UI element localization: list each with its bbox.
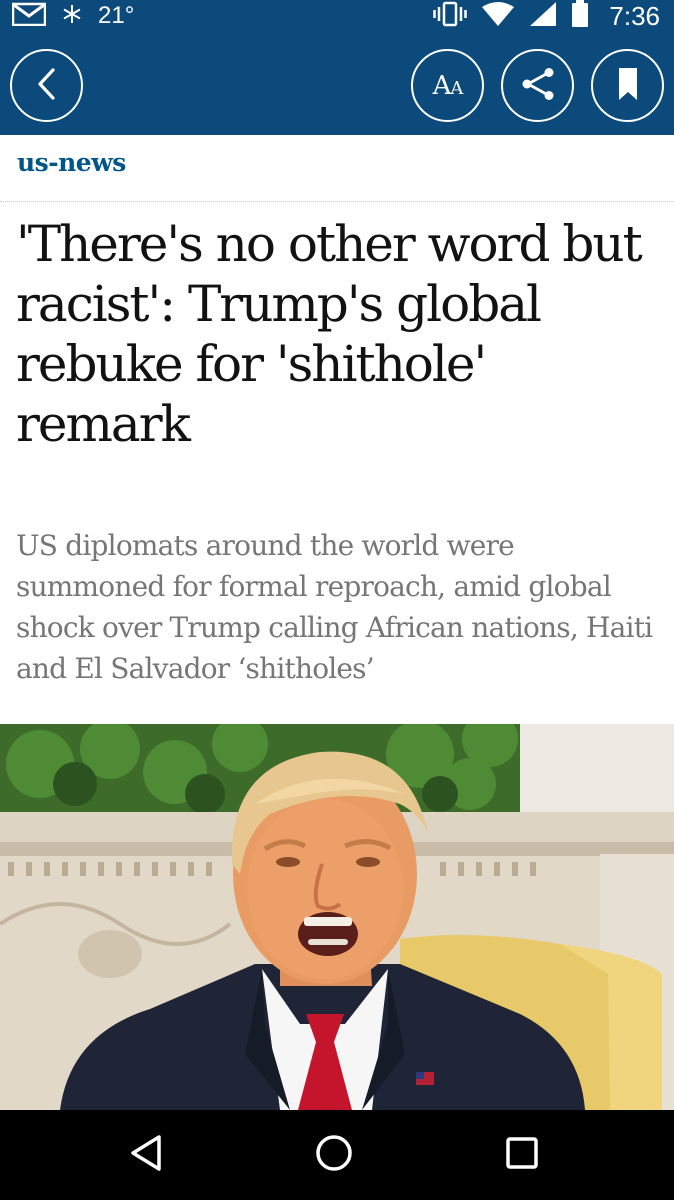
text-size-icon: AA [432,70,464,101]
share-icon [518,66,558,106]
home-circle-icon [315,1134,353,1176]
status-right: 7:36 [433,0,660,32]
gmail-icon [11,2,47,31]
article-standfirst: US diplomats around the world were summo… [16,529,653,685]
chevron-left-icon [33,66,61,106]
back-triangle-icon [129,1134,163,1176]
signal-icon [529,1,557,32]
nav-recents-button[interactable] [497,1130,547,1180]
app-bar: AA [0,32,674,135]
system-nav-bar [0,1110,674,1200]
vibrate-icon [433,1,468,32]
nav-home-button[interactable] [309,1130,359,1180]
temperature: 21° [98,2,135,29]
wifi-icon [481,1,515,32]
share-button[interactable] [501,49,574,122]
battery-icon [571,0,589,33]
bookmark-icon [617,67,639,105]
nav-back-button[interactable] [121,1130,171,1180]
back-button[interactable] [10,49,83,122]
bookmark-button[interactable] [591,49,664,122]
hero-photo [0,724,674,1110]
section-row: us-news [0,135,674,202]
recents-square-icon [505,1136,539,1174]
article-headline: 'There's no other word but racist': Trum… [16,215,643,453]
text-size-button[interactable]: AA [411,49,484,122]
status-bar: 21° 7:36 [0,0,674,32]
clock: 7:36 [609,0,660,31]
section-link[interactable]: us-news [17,148,126,177]
status-left: 21° [11,0,135,32]
snowflake-icon [62,4,82,29]
